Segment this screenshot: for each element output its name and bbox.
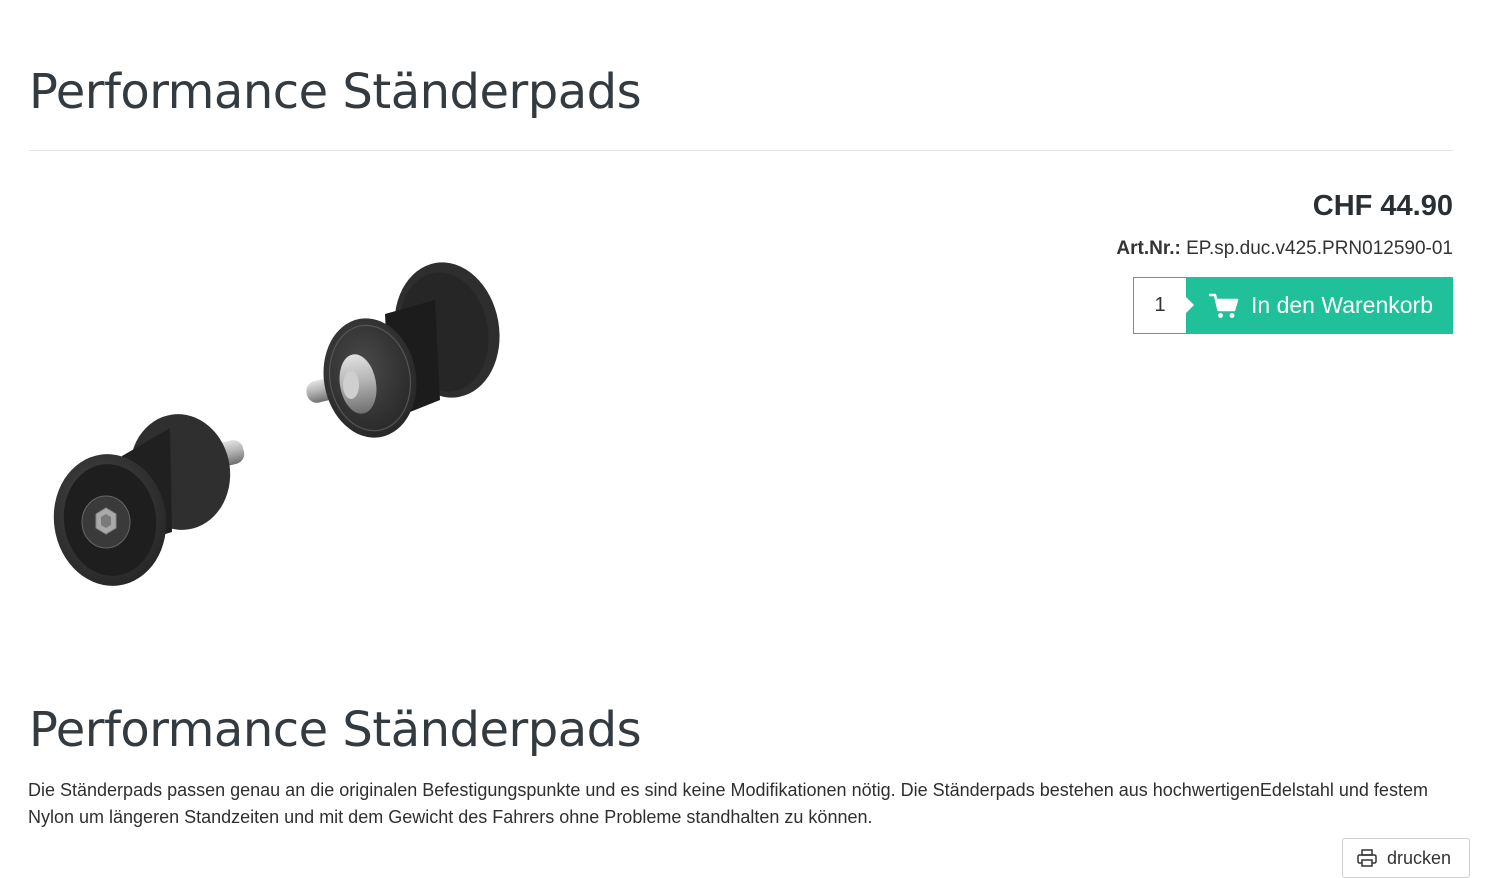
article-number: Art.Nr.: EP.sp.duc.v425.PRN012590-01 bbox=[1116, 238, 1453, 260]
description-heading: Performance Ständerpads bbox=[29, 702, 642, 758]
spool-front bbox=[53, 414, 245, 586]
spool-back bbox=[306, 262, 500, 438]
quantity-input[interactable] bbox=[1133, 277, 1188, 334]
add-to-cart-form: In den Warenkorb bbox=[1133, 277, 1453, 334]
title-divider bbox=[29, 150, 1453, 151]
printer-icon bbox=[1357, 849, 1377, 867]
add-to-cart-button[interactable]: In den Warenkorb bbox=[1186, 277, 1453, 334]
product-image[interactable] bbox=[40, 250, 520, 610]
print-button[interactable]: drucken bbox=[1342, 838, 1470, 878]
product-description: Die Ständerpads passen genau an die orig… bbox=[28, 780, 1428, 827]
print-label: drucken bbox=[1387, 847, 1452, 868]
article-number-label: Art.Nr.: bbox=[1116, 238, 1181, 259]
cart-icon bbox=[1209, 293, 1239, 319]
product-price: CHF 44.90 bbox=[1312, 190, 1453, 222]
article-number-value: EP.sp.duc.v425.PRN012590-01 bbox=[1186, 238, 1453, 259]
add-to-cart-label: In den Warenkorb bbox=[1251, 292, 1433, 318]
page-title: Performance Ständerpads bbox=[29, 64, 642, 120]
